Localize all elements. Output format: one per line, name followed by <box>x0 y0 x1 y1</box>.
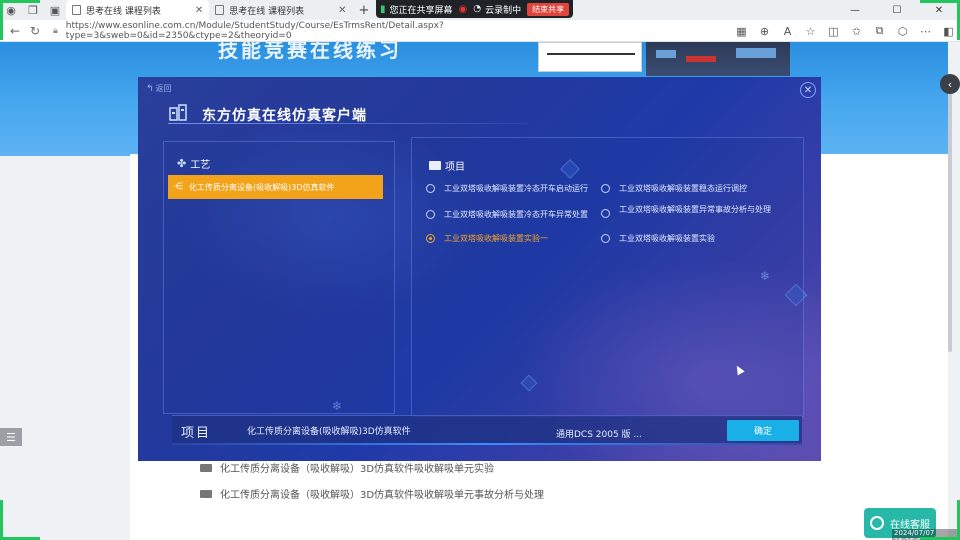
back-arrow-icon: ↰ <box>146 83 154 94</box>
back-button[interactable]: ↰ 返回 <box>146 83 172 94</box>
page-icon <box>215 5 225 15</box>
radio-button[interactable] <box>601 209 610 218</box>
url-field[interactable]: 🔒︎ https://www.esonline.com.cn/Module/St… <box>53 20 613 41</box>
project-option-selected[interactable]: 工业双塔吸收解吸装置实验一 <box>426 234 596 244</box>
project-option-label: 工业双塔吸收解吸装置异常事故分析与处理 <box>619 205 771 214</box>
banner-thumbnail <box>646 42 790 76</box>
zoom-icon[interactable]: ⊕ <box>753 20 776 42</box>
footer-accent-line <box>172 443 802 445</box>
process-header-label: 工艺 <box>190 160 211 171</box>
project-footer: 项目 化工传质分离设备(吸收解吸)3D仿真软件 通用DCS 2005 版 ...… <box>172 415 802 445</box>
split-screen-icon[interactable]: ◫ <box>822 20 845 42</box>
browser-toolbar: ▦ ⊕ A ☆ ◫ ✩ ⧉ ⬡ ⋯ ◧ <box>730 20 960 42</box>
video-icon <box>200 463 212 472</box>
read-aloud-icon[interactable]: A <box>776 20 799 42</box>
tab-actions-icon[interactable]: ▣ <box>44 0 66 20</box>
capture-corner <box>0 500 3 540</box>
recording-status: 云录制中 <box>485 5 522 16</box>
banner-title: 技能竞赛在线练习 <box>218 42 402 62</box>
collapse-arrow-icon[interactable]: ‹ <box>940 74 960 94</box>
project-option-label: 工业双塔吸收解吸装置冷态开车启动运行 <box>444 184 588 193</box>
browser-tab-2[interactable]: 思考在线 课程列表 ✕ <box>209 0 352 20</box>
confirm-button[interactable]: 确定 <box>727 420 799 441</box>
video-icon <box>200 489 212 498</box>
screen-share-banner: ▮ 您正在共享屏幕 ◉ ◔ 云录制中 结束共享 <box>376 0 574 18</box>
capture-corner <box>920 0 960 3</box>
browser-tab-1[interactable]: 思考在线 课程列表 ✕ <box>66 0 210 20</box>
radio-button[interactable] <box>601 184 610 193</box>
title-divider <box>168 123 528 124</box>
client-logo-icon <box>169 104 187 121</box>
back-label: 返回 <box>155 84 172 93</box>
process-icon: ✤ <box>177 157 187 170</box>
footer-software-name: 化工传质分离设备(吸收解吸)3D仿真软件 <box>247 427 411 437</box>
refresh-icon[interactable]: ↻ <box>25 20 45 42</box>
project-option-label: 工业双塔吸收解吸装置稳态运行调控 <box>619 184 747 193</box>
project-option-label: 工业双塔吸收解吸装置实验 <box>619 234 715 243</box>
menu-icon[interactable]: ☰ <box>0 428 22 446</box>
page-icon <box>72 5 81 15</box>
screen-share-status: 您正在共享屏幕 <box>389 5 453 16</box>
project-option-label: 工业双塔吸收解吸装置实验一 <box>444 234 548 243</box>
dialog-close-button[interactable]: ✕ <box>800 82 816 98</box>
stop-share-button[interactable]: 结束共享 <box>527 2 570 16</box>
simulation-client-dialog: ❄ ❄ ↰ 返回 ✕ 东方仿真在线仿真客户端 ✤ 工艺 ⋲ 化工传质分离设备(吸… <box>138 77 821 461</box>
project-panel: 项目 工业双塔吸收解吸装置冷态开车启动运行 工业双塔吸收解吸装置稳态运行调控 工… <box>411 137 804 417</box>
project-option[interactable]: 工业双塔吸收解吸装置异常事故分析与处理 <box>601 205 771 218</box>
capture-corner <box>0 0 40 3</box>
favorites-list-icon[interactable]: ✩ <box>845 20 868 42</box>
list-item-label: 化工传质分离设备（吸收解吸）3D仿真软件吸收解吸单元实验 <box>220 464 495 475</box>
process-item-label: 化工传质分离设备(吸收解吸)3D仿真软件 <box>189 182 335 192</box>
minimize-icon[interactable]: — <box>834 0 876 20</box>
capture-corner <box>0 0 3 40</box>
footer-version: 通用DCS 2005 版 ... <box>556 430 642 440</box>
close-tab-icon[interactable]: ✕ <box>195 5 203 16</box>
extensions-icon[interactable]: ⬡ <box>891 20 914 42</box>
favorite-icon[interactable]: ☆ <box>799 20 822 42</box>
window-controls: — ☐ ✕ <box>834 0 960 20</box>
browser-tab-2-label: 思考在线 课程列表 <box>229 6 305 17</box>
collections-icon[interactable]: ⧉ <box>868 20 891 42</box>
close-tab-icon[interactable]: ✕ <box>338 5 346 16</box>
url-text: https://www.esonline.com.cn/Module/Stude… <box>65 20 444 41</box>
radio-button[interactable] <box>426 184 435 193</box>
record-icon: ◉ <box>458 3 468 15</box>
project-option[interactable]: 工业双塔吸收解吸装置实验 <box>601 234 771 244</box>
lock-icon: 🔒︎ <box>53 25 58 36</box>
project-option[interactable]: 工业双塔吸收解吸装置冷态开车启动运行 <box>426 184 596 194</box>
browser-tab-1-label: 思考在线 课程列表 <box>86 6 161 17</box>
folder-icon <box>429 161 441 170</box>
footer-label: 项目 <box>181 426 212 441</box>
process-item[interactable]: ⋲ 化工传质分离设备(吸收解吸)3D仿真软件 <box>168 175 383 199</box>
process-panel: ✤ 工艺 ⋲ 化工传质分离设备(吸收解吸)3D仿真软件 <box>163 141 395 414</box>
list-item[interactable]: 化工传质分离设备（吸收解吸）3D仿真软件吸收解吸单元事故分析与处理 <box>200 486 544 501</box>
new-tab-button[interactable]: + <box>353 3 376 18</box>
workspaces-icon[interactable]: ❐ <box>22 0 44 20</box>
radio-button[interactable] <box>601 234 610 243</box>
radio-button-selected[interactable] <box>426 234 435 243</box>
close-window-icon[interactable]: ✕ <box>918 0 960 20</box>
project-option-label: 工业双塔吸收解吸装置冷态开车异常处置 <box>444 210 588 219</box>
maximize-icon[interactable]: ☐ <box>876 0 918 20</box>
dialog-title: 东方仿真在线仿真客户端 <box>202 108 367 124</box>
project-header-label: 项目 <box>445 162 465 173</box>
cloud-record-icon: ◔ <box>473 4 482 14</box>
project-header: 项目 <box>429 158 465 173</box>
scrollbar[interactable] <box>948 82 952 352</box>
profile-icon[interactable]: ◉ <box>0 0 22 20</box>
process-header: ✤ 工艺 <box>177 156 210 171</box>
signal-icon: ▮ <box>380 3 386 15</box>
list-item[interactable]: 化工传质分离设备（吸收解吸）3D仿真软件吸收解吸单元实验 <box>200 460 494 475</box>
project-option[interactable]: 工业双塔吸收解吸装置冷态开车异常处置 <box>426 210 596 220</box>
radio-button[interactable] <box>426 210 435 219</box>
apps-icon[interactable]: ▦ <box>730 20 753 42</box>
back-icon[interactable]: ← <box>5 20 25 42</box>
share-nodes-icon: ⋲ <box>174 182 183 192</box>
chat-icon <box>870 516 884 530</box>
settings-menu-icon[interactable]: ⋯ <box>914 20 937 42</box>
banner-thumbnail <box>538 42 642 72</box>
project-option[interactable]: 工业双塔吸收解吸装置稳态运行调控 <box>601 184 771 194</box>
address-bar: ← ↻ 🔒︎ https://www.esonline.com.cn/Modul… <box>0 20 960 42</box>
list-item-label: 化工传质分离设备（吸收解吸）3D仿真软件吸收解吸单元事故分析与处理 <box>220 490 545 501</box>
